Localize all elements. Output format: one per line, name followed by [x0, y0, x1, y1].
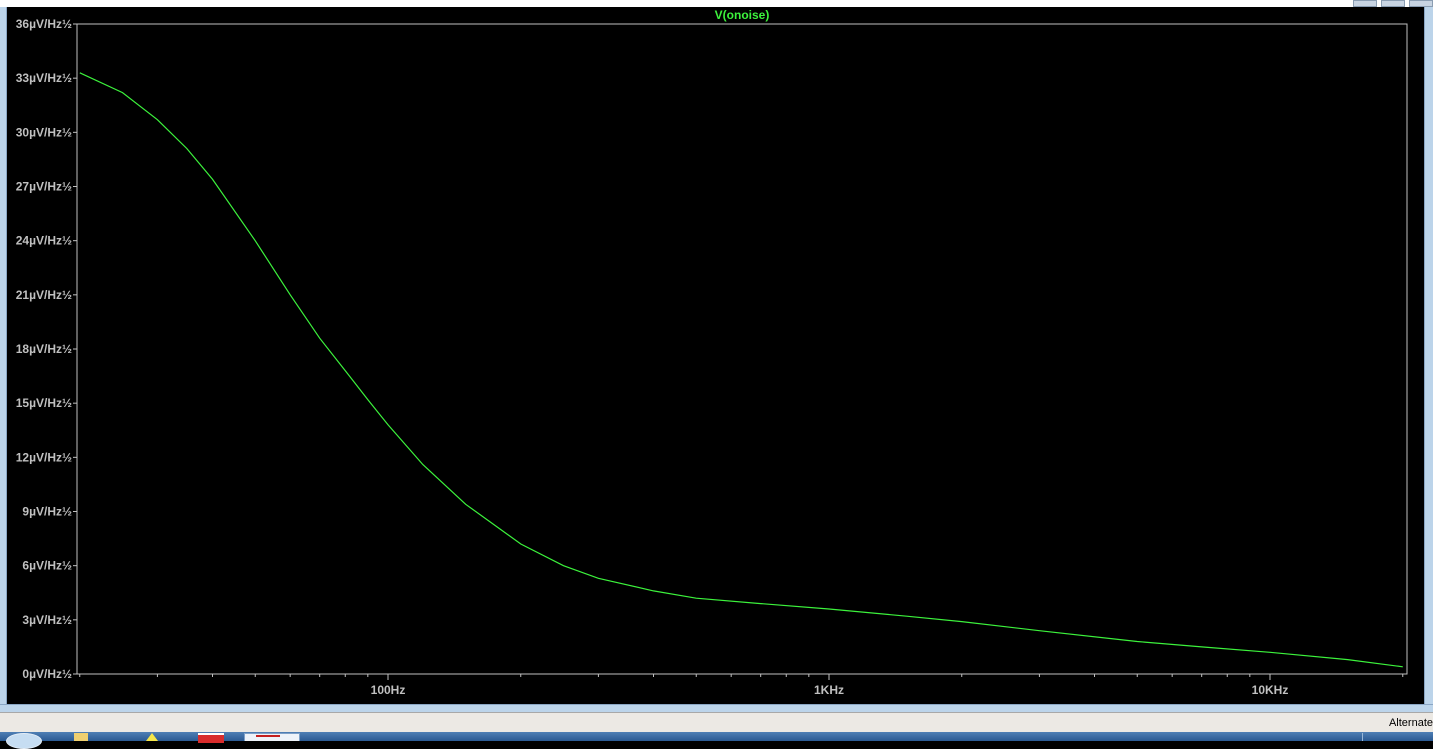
trace-title[interactable]: V(onoise) — [715, 8, 770, 22]
tray-separator — [1362, 733, 1363, 741]
app-icon[interactable] — [198, 733, 224, 743]
taskbar-ltspice-button[interactable] — [244, 733, 300, 741]
ltspice-icon — [256, 735, 280, 743]
window-left-border — [0, 7, 7, 712]
y-tick-label: 27µV/Hz½ — [16, 180, 72, 194]
y-tick-label: 21µV/Hz½ — [16, 288, 72, 302]
y-tick-label: 12µV/Hz½ — [16, 450, 72, 464]
y-tick-label: 3µV/Hz½ — [22, 613, 72, 627]
y-tick-label: 18µV/Hz½ — [16, 342, 72, 356]
taskbar — [0, 732, 1433, 749]
y-tick-label: 33µV/Hz½ — [16, 71, 72, 85]
y-tick-label: 6µV/Hz½ — [22, 559, 72, 573]
y-tick-label: 15µV/Hz½ — [16, 396, 72, 410]
x-tick-label: 10KHz — [1252, 683, 1289, 697]
status-text: Alternate — [1388, 717, 1433, 729]
y-tick-label: 0µV/Hz½ — [22, 667, 72, 681]
window-right-border — [1424, 7, 1433, 712]
status-bar: Alternate — [0, 712, 1433, 733]
warning-icon[interactable] — [146, 733, 158, 741]
y-tick-label: 30µV/Hz½ — [16, 125, 72, 139]
y-tick-label: 9µV/Hz½ — [22, 505, 72, 519]
x-tick-label: 1KHz — [814, 683, 844, 697]
y-tick-label: 36µV/Hz½ — [16, 17, 72, 31]
x-tick-label: 100Hz — [371, 683, 406, 697]
waveform-plot[interactable]: V(onoise) 36µV/Hz½ 33µV/Hz½ 30µV/Hz½ 27µV/H… — [0, 0, 1433, 741]
folder-icon[interactable] — [74, 733, 88, 741]
y-tick-label: 24µV/Hz½ — [16, 234, 72, 248]
ltspice-plot-window: V(onoise) 36µV/Hz½ 33µV/Hz½ 30µV/Hz½ 27µV/H… — [0, 0, 1433, 749]
start-button[interactable] — [6, 733, 42, 749]
